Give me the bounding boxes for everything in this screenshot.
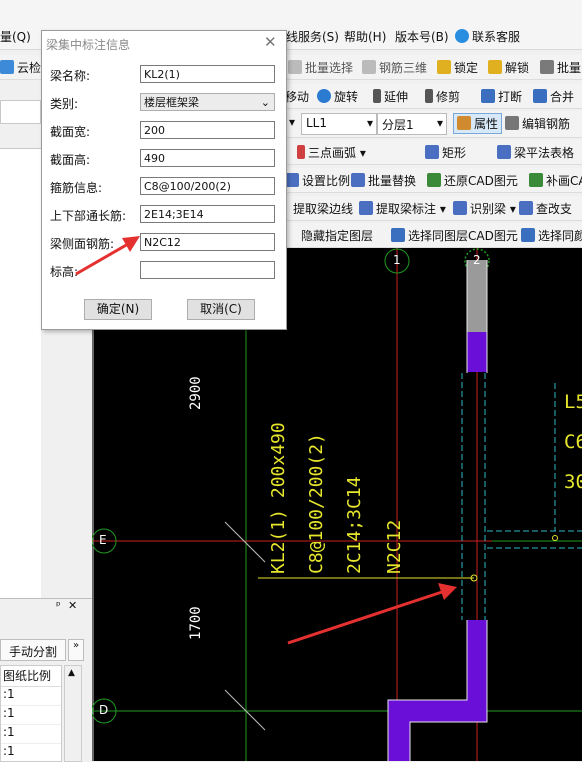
annotation-arrow <box>75 236 140 276</box>
